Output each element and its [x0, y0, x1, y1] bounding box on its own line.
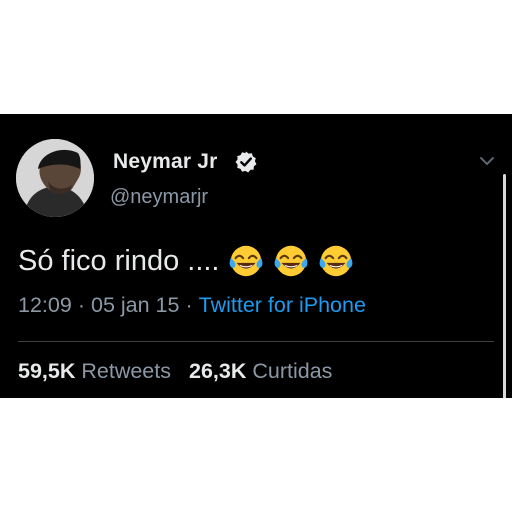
- user-handle[interactable]: @neymarjr: [110, 186, 208, 209]
- avatar[interactable]: [16, 139, 94, 217]
- tweet-meta: 12:09 · 05 jan 15 · Twitter for iPhone: [18, 293, 366, 318]
- divider: [18, 341, 494, 342]
- tweet-source-link[interactable]: Twitter for iPhone: [199, 293, 366, 317]
- meta-separator: ·: [77, 293, 85, 317]
- avatar-photo: [16, 139, 94, 217]
- retweets-label: Retweets: [81, 359, 171, 383]
- retweets-count: 59,5K: [18, 359, 76, 383]
- meta-separator: ·: [185, 293, 193, 317]
- tweet-body: Só fico rindo ....: [18, 239, 355, 283]
- tears-of-joy-emoji-icon: [229, 245, 262, 277]
- display-name[interactable]: Neymar Jr: [113, 150, 218, 174]
- chevron-down-icon[interactable]: [478, 154, 496, 168]
- likes-label: Curtidas: [252, 359, 333, 383]
- verified-badge-icon: [235, 151, 257, 173]
- likes-count: 26,3K: [188, 359, 247, 383]
- scrollbar[interactable]: [503, 174, 506, 398]
- tweet-time[interactable]: 12:09: [18, 293, 72, 317]
- tweet-card: Neymar Jr @neymarjr Só fico rindo .... 1…: [0, 114, 512, 398]
- tweet-text: Só fico rindo ....: [18, 244, 220, 277]
- retweets-stat[interactable]: 59,5K Retweets: [18, 359, 171, 383]
- tears-of-joy-emoji-icon: [319, 245, 352, 277]
- tweet-stats: 59,5K Retweets 26,3K Curtidas: [18, 359, 332, 384]
- tweet-date[interactable]: 05 jan 15: [91, 293, 179, 317]
- tears-of-joy-emoji-icon: [274, 245, 307, 277]
- likes-stat[interactable]: 26,3K Curtidas: [189, 359, 332, 383]
